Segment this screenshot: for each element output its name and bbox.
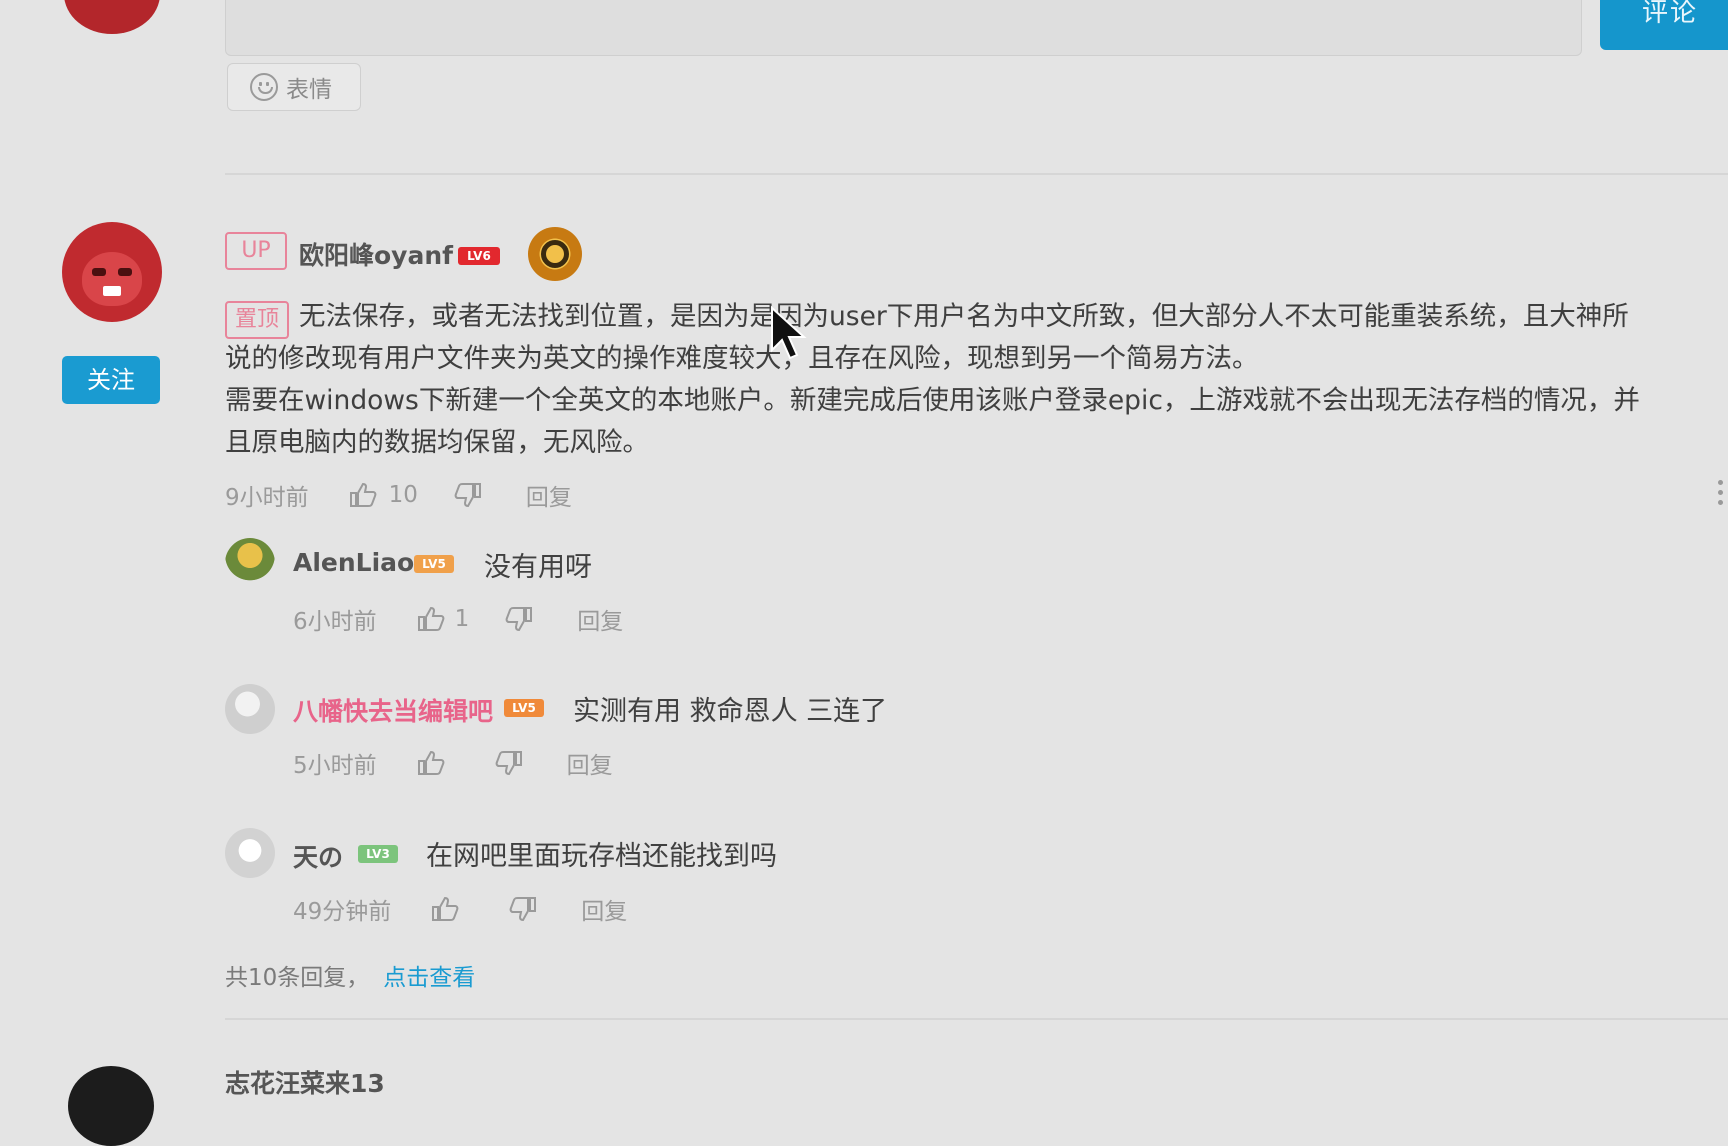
current-user-avatar[interactable]: [64, 0, 160, 34]
reply-meta: 5小时前 回复: [293, 746, 613, 780]
reply-text: 在网吧里面玩存档还能找到吗: [426, 841, 777, 872]
reply-text: 实测有用 救命恩人 三连了: [573, 696, 888, 727]
comment-input[interactable]: [225, 0, 1582, 56]
content-line: 且原电脑内的数据均保留，无风险。: [225, 427, 649, 458]
reply-username[interactable]: 天の: [293, 838, 343, 874]
emoji-button[interactable]: 表情: [227, 63, 361, 111]
content-line: 无法保存，或者无法找到位置，是因为是因为user下用户名为中文所致，但大部分人不…: [299, 301, 1629, 332]
like-icon[interactable]: [349, 482, 377, 508]
commenter-avatar[interactable]: [62, 222, 162, 322]
reply-text: 没有用呀: [484, 552, 592, 583]
reply-username[interactable]: AlenLiao: [293, 548, 414, 577]
content-line: 说的修改现有用户文件夹为英文的操作难度较大，且存在风险，现想到另一个简易方法。: [225, 343, 1259, 374]
level-badge: LV6: [458, 247, 500, 265]
dislike-icon[interactable]: [509, 896, 537, 922]
avatar-face: [82, 252, 142, 306]
reply-button[interactable]: 回复: [567, 746, 613, 780]
dislike-icon[interactable]: [505, 606, 533, 632]
emoji-label: 表情: [286, 77, 332, 103]
next-comment-username[interactable]: 志花汪菜来13: [225, 1064, 385, 1100]
steering-wheel-badge-icon: [528, 227, 582, 281]
like-icon[interactable]: [417, 750, 445, 776]
pinned-tag: 置顶: [225, 301, 289, 339]
reply-avatar[interactable]: [225, 538, 275, 588]
reply-avatar[interactable]: [225, 684, 275, 734]
reply-time: 49分钟前: [293, 899, 392, 925]
next-commenter-avatar[interactable]: [68, 1066, 154, 1146]
more-options-icon[interactable]: [1718, 480, 1724, 510]
comment-username[interactable]: 欧阳峰oyanf: [299, 236, 453, 272]
reply-level-badge: LV5: [414, 555, 454, 573]
reply-avatar[interactable]: [225, 828, 275, 878]
dislike-icon[interactable]: [495, 750, 523, 776]
smile-icon: [250, 73, 278, 101]
like-icon[interactable]: [431, 896, 459, 922]
content-line: 需要在windows下新建一个全英文的本地账户。新建完成后使用该账户登录epic…: [225, 385, 1640, 416]
follow-button[interactable]: 关注: [62, 356, 160, 404]
view-all-replies-link[interactable]: 点击查看: [383, 965, 475, 991]
reply-level-badge: LV3: [358, 845, 398, 863]
section-divider: [225, 173, 1728, 175]
reply-button[interactable]: 回复: [581, 892, 627, 926]
mouse-cursor-icon: [770, 305, 820, 366]
up-tag: UP: [225, 232, 287, 270]
section-divider: [225, 1018, 1728, 1020]
reply-time: 5小时前: [293, 753, 377, 779]
comment-meta: 9小时前 10 回复: [225, 478, 572, 512]
like-icon[interactable]: [417, 606, 445, 632]
dislike-icon[interactable]: [454, 482, 482, 508]
like-count: 10: [388, 482, 418, 508]
comment-content: 无法保存，或者无法找到位置，是因为是因为user下用户名为中文所致，但大部分人不…: [225, 296, 1728, 464]
replies-summary: 共10条回复， 点击查看: [225, 958, 475, 992]
replies-count-text: 共10条回复，: [225, 965, 370, 991]
submit-comment-button[interactable]: 评论: [1600, 0, 1728, 50]
reply-meta: 6小时前 1 回复: [293, 602, 623, 636]
reply-username[interactable]: 八幡快去当编辑吧: [293, 692, 493, 728]
reply-button[interactable]: 回复: [526, 478, 572, 512]
reply-level-badge: LV5: [504, 699, 544, 717]
reply-time: 6小时前: [293, 609, 377, 635]
reply-button[interactable]: 回复: [577, 602, 623, 636]
reply-meta: 49分钟前 回复: [293, 892, 627, 926]
like-count: 1: [454, 606, 470, 632]
comment-time: 9小时前: [225, 485, 309, 511]
